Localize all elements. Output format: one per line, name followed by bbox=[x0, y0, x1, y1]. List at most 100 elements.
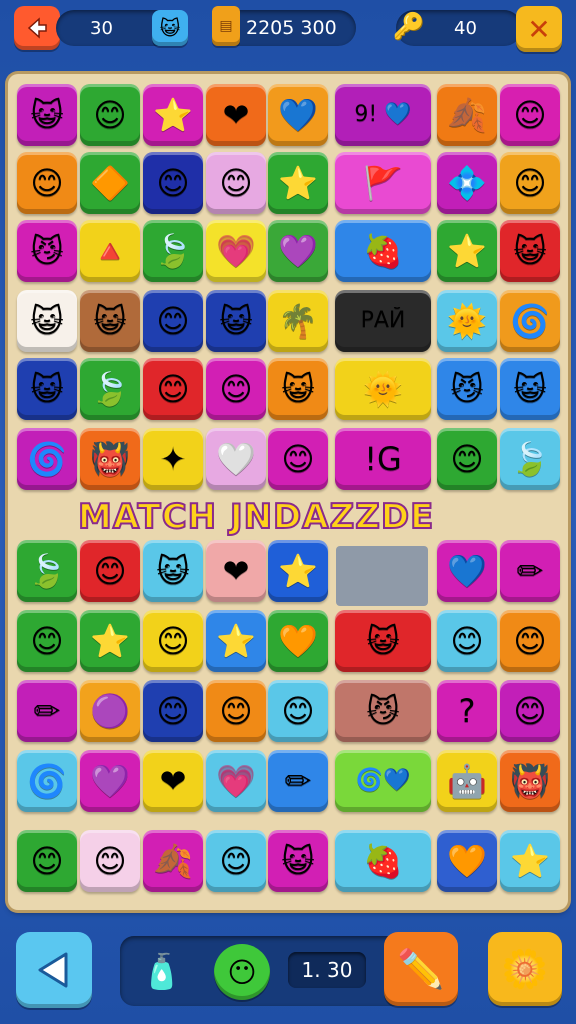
game-tile[interactable]: 🌴 bbox=[268, 290, 328, 352]
tile-glyph: ⭐ bbox=[153, 96, 193, 134]
back-play-button[interactable] bbox=[16, 932, 92, 1008]
game-tile[interactable]: 😊 bbox=[437, 610, 497, 672]
game-tile[interactable]: ⭐ bbox=[80, 610, 140, 672]
game-tile[interactable]: 👹 bbox=[500, 750, 560, 812]
game-tile[interactable]: 😊 bbox=[17, 830, 77, 892]
game-tile[interactable]: ⭐ bbox=[143, 84, 203, 146]
game-tile[interactable]: 9! 💙 bbox=[335, 84, 431, 146]
game-tile[interactable]: 😼 bbox=[335, 680, 431, 742]
game-tile[interactable]: 😺 bbox=[17, 358, 77, 420]
game-tile[interactable]: 🌀 bbox=[500, 290, 560, 352]
game-tile[interactable]: 🧡 bbox=[268, 610, 328, 672]
game-tile[interactable]: 😺 bbox=[500, 358, 560, 420]
game-tile[interactable]: ⭐ bbox=[268, 152, 328, 214]
game-tile[interactable]: ⭐ bbox=[206, 610, 266, 672]
settings-button[interactable]: 🌼 bbox=[488, 932, 562, 1006]
game-tile[interactable]: 😺 bbox=[17, 84, 77, 146]
game-tile[interactable]: 😊 bbox=[268, 428, 328, 490]
game-tile[interactable]: 💙 bbox=[437, 540, 497, 602]
game-tile[interactable]: ❤ bbox=[206, 540, 266, 602]
game-tile[interactable]: 😊 bbox=[500, 610, 560, 672]
game-tile[interactable]: 😊 bbox=[206, 358, 266, 420]
game-tile[interactable]: 🍃 bbox=[143, 220, 203, 282]
game-tile[interactable]: 😼 bbox=[17, 220, 77, 282]
game-tile[interactable]: 😺 bbox=[17, 290, 77, 352]
tile-glyph: 🧡 bbox=[447, 842, 487, 880]
game-tile[interactable]: 💠 bbox=[437, 152, 497, 214]
game-tile[interactable]: !G bbox=[335, 428, 431, 490]
game-tile[interactable]: 😺 bbox=[268, 358, 328, 420]
game-tile[interactable]: 💗 bbox=[206, 220, 266, 282]
game-tile[interactable]: 🟣 bbox=[80, 680, 140, 742]
booster-chat[interactable]: 😶 bbox=[214, 944, 270, 1000]
game-tile[interactable]: 🍃 bbox=[500, 428, 560, 490]
game-tile[interactable]: 😊 bbox=[143, 152, 203, 214]
game-tile[interactable]: 🍂 bbox=[437, 84, 497, 146]
game-tile[interactable]: ⭐ bbox=[268, 540, 328, 602]
game-tile[interactable]: 😊 bbox=[17, 152, 77, 214]
game-tile[interactable]: 🤍 bbox=[206, 428, 266, 490]
game-tile[interactable]: РАЙ bbox=[335, 290, 431, 352]
game-tile[interactable]: 🚩 bbox=[335, 152, 431, 214]
game-tile[interactable]: 🍂 bbox=[143, 830, 203, 892]
game-tile[interactable]: ⭐ bbox=[437, 220, 497, 282]
bonus-badge[interactable]: 😺 bbox=[152, 10, 188, 46]
game-tile[interactable]: 😊 bbox=[437, 428, 497, 490]
game-tile[interactable]: 🤖 bbox=[437, 750, 497, 812]
booster-bottle[interactable]: 🧴 bbox=[132, 946, 192, 998]
game-tile[interactable]: 😼 bbox=[437, 358, 497, 420]
pencil-button[interactable]: ✏️ bbox=[384, 932, 458, 1006]
game-tile[interactable]: 🍓 bbox=[335, 220, 431, 282]
game-tile[interactable]: 🌀💙 bbox=[335, 750, 431, 812]
game-tile[interactable]: ✏ bbox=[17, 680, 77, 742]
game-tile[interactable]: 😊 bbox=[143, 610, 203, 672]
game-tile[interactable]: ? bbox=[437, 680, 497, 742]
game-tile[interactable]: 😊 bbox=[500, 680, 560, 742]
game-tile[interactable]: 😊 bbox=[80, 540, 140, 602]
game-tile[interactable]: ⭐ bbox=[500, 830, 560, 892]
game-tile[interactable]: ❤ bbox=[206, 84, 266, 146]
game-tile[interactable]: 😊 bbox=[80, 84, 140, 146]
game-tile[interactable]: 🧡 bbox=[437, 830, 497, 892]
game-tile[interactable]: 🌞 bbox=[437, 290, 497, 352]
game-tile[interactable]: 🌞 bbox=[335, 358, 431, 420]
game-tile[interactable]: 👹 bbox=[80, 428, 140, 490]
game-tile[interactable]: 😺 bbox=[500, 220, 560, 282]
game-tile[interactable]: 😊 bbox=[143, 680, 203, 742]
game-tile[interactable]: 🔺 bbox=[80, 220, 140, 282]
game-tile[interactable]: 😺 bbox=[206, 290, 266, 352]
game-tile[interactable]: 🍃 bbox=[17, 540, 77, 602]
tile-glyph: 😊 bbox=[513, 164, 547, 202]
key-badge: 🔑 bbox=[392, 8, 426, 46]
game-tile[interactable]: ✦ bbox=[143, 428, 203, 490]
game-tile[interactable]: 😊 bbox=[17, 610, 77, 672]
game-tile[interactable]: 😊 bbox=[500, 152, 560, 214]
back-button[interactable] bbox=[14, 6, 60, 50]
game-tile[interactable]: 😊 bbox=[206, 680, 266, 742]
game-tile[interactable]: 😺 bbox=[268, 830, 328, 892]
game-tile[interactable]: ✏ bbox=[500, 540, 560, 602]
game-tile[interactable]: 😺 bbox=[335, 610, 431, 672]
game-tile[interactable]: 💗 bbox=[206, 750, 266, 812]
game-tile[interactable]: 😊 bbox=[500, 84, 560, 146]
game-tile[interactable]: 😊 bbox=[80, 830, 140, 892]
game-tile[interactable]: 💜 bbox=[268, 220, 328, 282]
game-tile[interactable]: 😊 bbox=[143, 290, 203, 352]
game-tile[interactable]: ✏ bbox=[268, 750, 328, 812]
game-tile[interactable]: 🌀 bbox=[17, 428, 77, 490]
close-button[interactable]: ✕ bbox=[516, 6, 562, 52]
game-tile[interactable]: 🍓 bbox=[335, 830, 431, 892]
game-tile[interactable]: 😺 bbox=[143, 540, 203, 602]
game-tile[interactable]: 💜 bbox=[80, 750, 140, 812]
tile-glyph: 👹 bbox=[90, 440, 130, 478]
game-tile[interactable]: 😊 bbox=[206, 830, 266, 892]
game-tile[interactable]: 💙 bbox=[268, 84, 328, 146]
game-tile[interactable]: 🍃 bbox=[80, 358, 140, 420]
game-tile[interactable]: 😺 bbox=[80, 290, 140, 352]
game-tile[interactable]: 😊 bbox=[206, 152, 266, 214]
game-tile[interactable]: 🔶 bbox=[80, 152, 140, 214]
game-tile[interactable]: 🌀 bbox=[17, 750, 77, 812]
game-tile[interactable]: 😊 bbox=[268, 680, 328, 742]
game-tile[interactable]: ❤ bbox=[143, 750, 203, 812]
game-tile[interactable]: 😊 bbox=[143, 358, 203, 420]
